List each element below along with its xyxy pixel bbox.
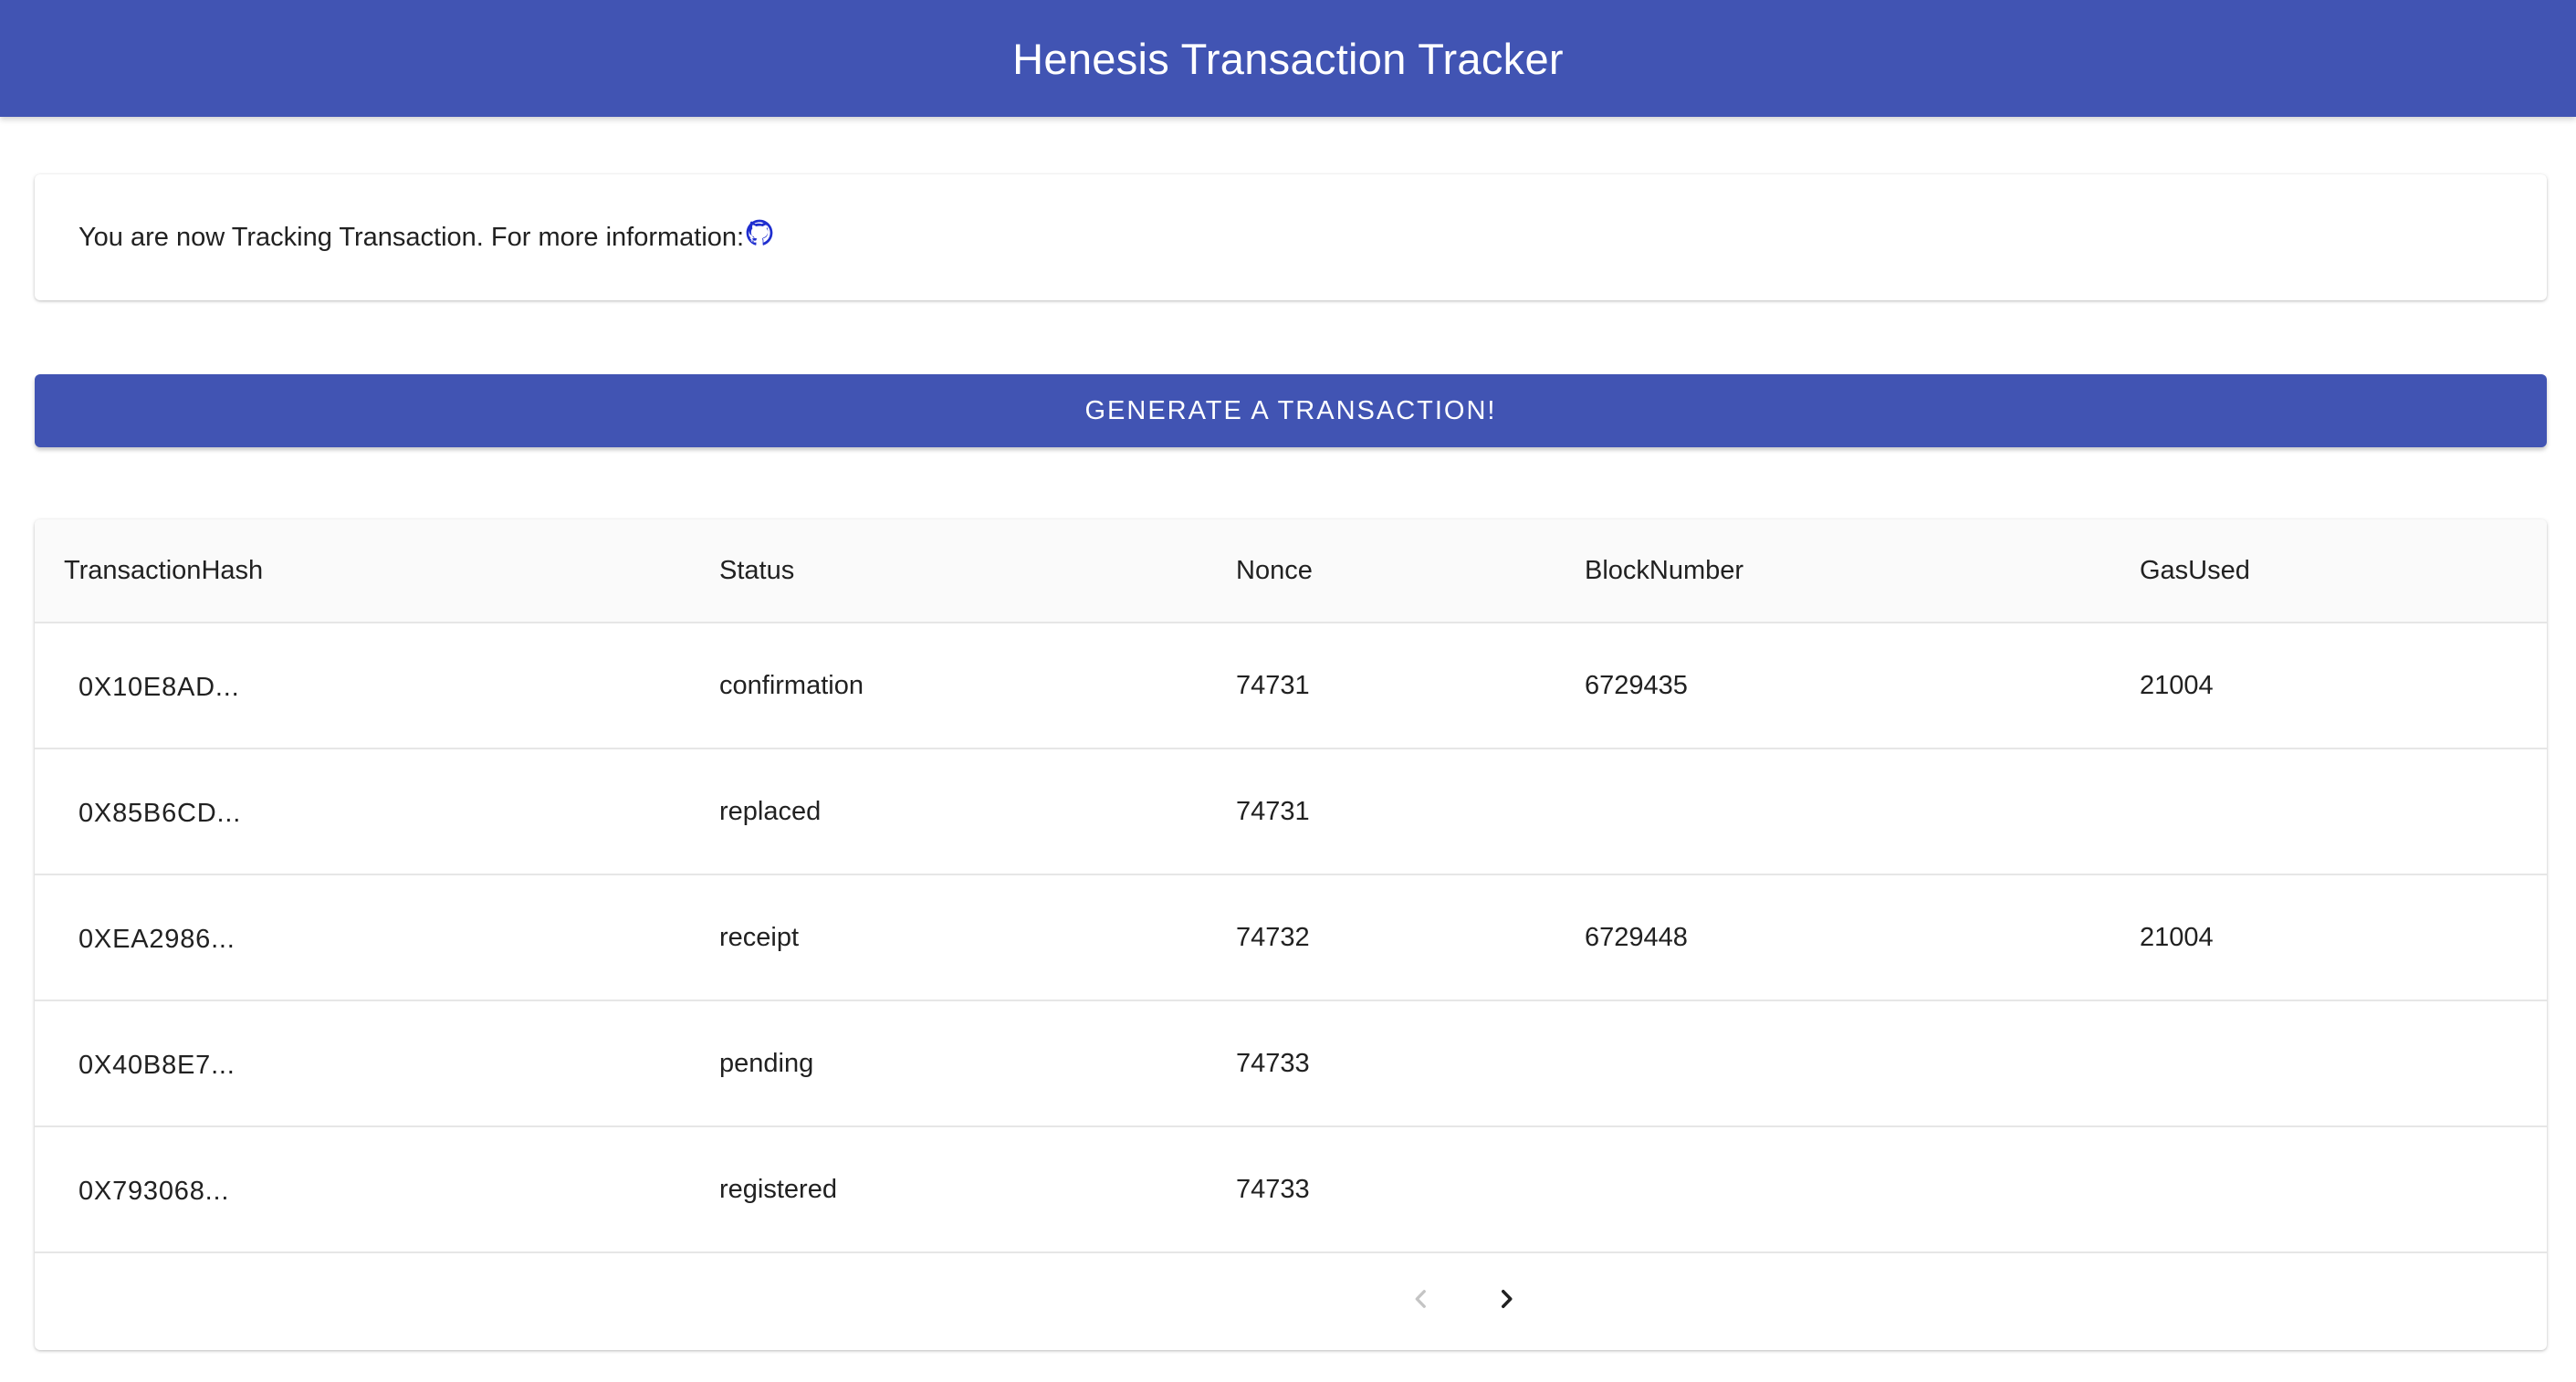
status-cell: receipt	[719, 922, 800, 952]
nonce-cell: 74732	[1236, 922, 1310, 952]
nonce-cell: 74733	[1236, 1048, 1310, 1078]
status-cell: registered	[719, 1174, 837, 1204]
block-number-cell: 6729435	[1585, 670, 1688, 700]
table-row[interactable]: 0X793068... registered 74733	[35, 1127, 2547, 1253]
nonce-cell: 74733	[1236, 1174, 1310, 1204]
transaction-hash-cell: 0X793068...	[79, 1176, 230, 1206]
page-title: Henesis Transaction Tracker	[1012, 34, 1564, 83]
gas-used-cell: 21004	[2140, 922, 2214, 952]
chevron-right-icon	[1493, 1285, 1521, 1317]
pagination	[35, 1253, 2547, 1348]
transaction-hash-cell: 0X40B8E7...	[79, 1050, 236, 1080]
table-row[interactable]: 0X10E8AD... confirmation 74731 6729435 2…	[35, 623, 2547, 749]
column-header-gas-used[interactable]: GasUsed	[2140, 519, 2250, 622]
info-text: You are now Tracking Transaction. For mo…	[79, 219, 773, 253]
nonce-cell: 74731	[1236, 670, 1310, 700]
chevron-left-icon	[1407, 1285, 1434, 1317]
generate-transaction-button[interactable]: GENERATE A TRANSACTION!	[35, 374, 2547, 447]
next-page-button[interactable]	[1483, 1277, 1531, 1324]
app-bar: Henesis Transaction Tracker	[0, 0, 2576, 117]
table-header: TransactionHash Status Nonce BlockNumber…	[35, 519, 2547, 623]
previous-page-button[interactable]	[1397, 1277, 1444, 1324]
table-row[interactable]: 0X85B6CD... replaced 74731	[35, 749, 2547, 875]
block-number-cell: 6729448	[1585, 922, 1688, 952]
column-header-nonce[interactable]: Nonce	[1236, 519, 1313, 622]
github-icon[interactable]	[746, 219, 773, 246]
table-row[interactable]: 0XEA2986... receipt 74732 6729448 21004	[35, 875, 2547, 1001]
nonce-cell: 74731	[1236, 796, 1310, 826]
status-cell: replaced	[719, 796, 822, 826]
column-header-status[interactable]: Status	[719, 519, 794, 622]
transaction-hash-cell: 0XEA2986...	[79, 924, 236, 954]
column-header-block-number[interactable]: BlockNumber	[1585, 519, 1744, 622]
gas-used-cell: 21004	[2140, 670, 2214, 700]
table-row[interactable]: 0X40B8E7... pending 74733	[35, 1001, 2547, 1127]
status-cell: pending	[719, 1048, 814, 1078]
status-cell: confirmation	[719, 670, 864, 700]
info-message: You are now Tracking Transaction. For mo…	[79, 222, 745, 252]
column-header-transaction-hash[interactable]: TransactionHash	[64, 519, 263, 622]
transaction-hash-cell: 0X10E8AD...	[79, 672, 240, 702]
transactions-table: TransactionHash Status Nonce BlockNumber…	[35, 519, 2547, 1350]
transaction-hash-cell: 0X85B6CD...	[79, 798, 242, 828]
info-card: You are now Tracking Transaction. For mo…	[35, 174, 2547, 300]
